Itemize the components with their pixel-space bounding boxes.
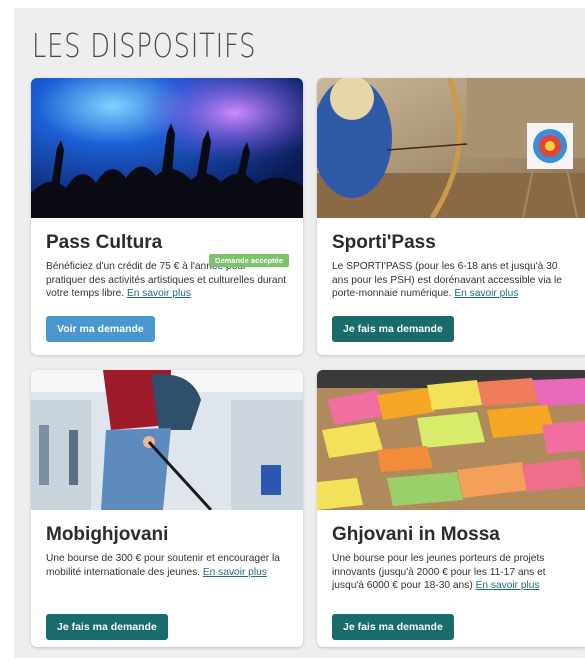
card-title: Ghjovani in Mossa <box>332 524 500 545</box>
learn-more-link[interactable]: En savoir plus <box>127 288 191 299</box>
make-request-button[interactable]: Je fais ma demande <box>332 614 454 640</box>
card-image-archery <box>317 78 585 218</box>
make-request-button[interactable]: Je fais ma demande <box>46 614 168 640</box>
card-image-traveler <box>31 370 303 510</box>
card-image-concert <box>31 78 303 218</box>
learn-more-link[interactable]: En savoir plus <box>454 288 518 299</box>
card-description-text: Le SPORTI'PASS (pour les 6-18 ans et jus… <box>332 261 562 299</box>
card-pass-cultura: Pass Cultura Demande acceptée Bénéficiez… <box>31 78 303 355</box>
learn-more-link[interactable]: En savoir plus <box>476 580 540 591</box>
card-title: Pass Cultura <box>46 232 163 253</box>
section-title: LES DISPOSITIFS <box>32 26 257 65</box>
card-image-sticky-notes <box>317 370 585 510</box>
card-description: Une bourse de 300 € pour soutenir et enc… <box>46 552 288 579</box>
card-body: Pass Cultura Demande acceptée Bénéficiez… <box>31 232 303 301</box>
card-description: Une bourse pour les jeunes porteurs de p… <box>332 552 574 593</box>
card-mobighjovani: Mobighjovani Une bourse de 300 € pour so… <box>31 370 303 647</box>
status-badge: Demande acceptée <box>209 254 289 267</box>
card-title: Mobighjovani <box>46 524 169 545</box>
view-request-button[interactable]: Voir ma demande <box>46 316 155 342</box>
card-body: Sporti'Pass Le SPORTI'PASS (pour les 6-1… <box>317 232 585 301</box>
card-body: Ghjovani in Mossa Une bourse pour les je… <box>317 524 585 593</box>
card-description: Le SPORTI'PASS (pour les 6-18 ans et jus… <box>332 260 574 301</box>
make-request-button[interactable]: Je fais ma demande <box>332 316 454 342</box>
learn-more-link[interactable]: En savoir plus <box>203 567 267 578</box>
dispositifs-panel: LES DISPOSITIFS Pass Cultura Demande acc… <box>14 8 585 658</box>
card-sporti-pass: Sporti'Pass Le SPORTI'PASS (pour les 6-1… <box>317 78 585 355</box>
card-title: Sporti'Pass <box>332 232 436 253</box>
card-ghjovani-in-mossa: Ghjovani in Mossa Une bourse pour les je… <box>317 370 585 647</box>
card-body: Mobighjovani Une bourse de 300 € pour so… <box>31 524 303 579</box>
